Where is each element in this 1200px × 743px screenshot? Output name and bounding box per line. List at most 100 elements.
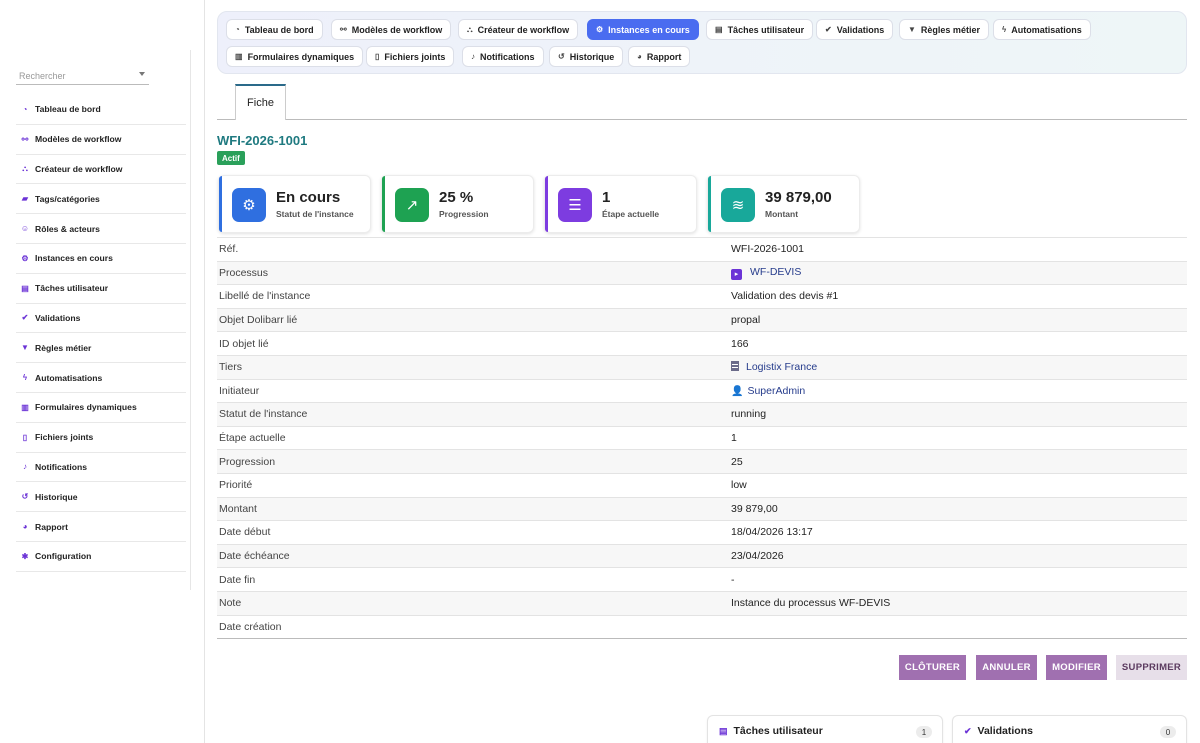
- status-badge: Actif: [217, 151, 245, 165]
- tab-fiche[interactable]: Fiche: [235, 84, 286, 120]
- kpi-value: 1: [602, 189, 611, 206]
- table-row: Tiers Logistix France: [217, 355, 1187, 380]
- sidebar-item-rapport[interactable]: ◕ Rapport: [16, 512, 186, 542]
- file-icon: ▯: [375, 52, 380, 61]
- sidebar-item-regles[interactable]: ▼ Règles métier: [16, 333, 186, 364]
- nav-pill-label: Règles métier: [920, 24, 980, 35]
- table-row: Processus ▸ WF-DEVIS: [217, 261, 1187, 285]
- nav-pill-createur-workflow[interactable]: ⛬ Créateur de workflow: [458, 19, 579, 40]
- pie-chart-icon: ◕: [637, 52, 642, 61]
- nav-pill-historique[interactable]: ↺ Historique: [549, 46, 624, 67]
- nav-pill-label: Créateur de workflow: [477, 24, 570, 35]
- table-row: Libellé de l'instance Validation des devi…: [217, 284, 1187, 309]
- chevron-down-icon[interactable]: [139, 72, 145, 76]
- field-value: 23/04/2026: [731, 550, 784, 563]
- sidebar-item-notifications[interactable]: ♪ Notifications: [16, 453, 186, 483]
- widget-validations[interactable]: ✔ Validations 0: [952, 715, 1187, 743]
- field-value: 18/04/2026 13:17: [731, 526, 813, 539]
- widget-title-text: Validations: [977, 725, 1033, 737]
- kpi-value: 39 879,00: [765, 189, 832, 206]
- table-row: ID objet lié 166: [217, 331, 1187, 356]
- cloturer-button[interactable]: CLÔTURER: [899, 655, 966, 680]
- annuler-button[interactable]: ANNULER: [976, 655, 1037, 680]
- bell-icon: ♪: [471, 52, 475, 61]
- field-value: propal: [731, 314, 761, 327]
- table-row: Montant 39 879,00: [217, 497, 1187, 521]
- nav-pill-modeles-workflow[interactable]: ⚯ Modèles de workflow: [331, 19, 452, 40]
- tab-underline: [217, 119, 1187, 120]
- user-icon: 👤: [731, 385, 744, 397]
- form-icon: ▥: [21, 402, 29, 412]
- sidebar-item-formulaires[interactable]: ▥ Formulaires dynamiques: [16, 393, 186, 423]
- field-label: Priorité: [219, 479, 253, 492]
- sidebar-item-label: Tags/catégories: [35, 193, 100, 204]
- sidebar-item-label: Tableau de bord: [35, 104, 101, 115]
- field-value: low: [731, 479, 747, 492]
- widget-title-text: Tâches utilisateur: [733, 725, 823, 737]
- nav-pill-label: Tâches utilisateur: [727, 24, 805, 35]
- nav-pill-notifications[interactable]: ♪ Notifications: [462, 46, 544, 67]
- sidebar-item-fichiers[interactable]: ▯ Fichiers joints: [16, 423, 186, 453]
- table-row: Initiateur 👤 SuperAdmin: [217, 379, 1187, 403]
- nav-pill-rapport[interactable]: ◕ Rapport: [628, 46, 691, 67]
- sidebar-item-historique[interactable]: ↺ Historique: [16, 482, 186, 513]
- sidebar-divider: [190, 50, 191, 590]
- sidebar-item-automatisations[interactable]: ϟ Automatisations: [16, 363, 186, 393]
- table-row: Date fin -: [217, 567, 1187, 592]
- sidebar-item-label: Créateur de workflow: [35, 163, 123, 174]
- nav-pill-automatisations[interactable]: ϟ Automatisations: [993, 19, 1091, 40]
- kpi-value: 25 %: [439, 189, 474, 206]
- pie-chart-icon: ◕: [22, 522, 28, 532]
- sitemap-icon: ⛬: [22, 163, 28, 173]
- clipboard-icon: ▤: [21, 283, 29, 293]
- sidebar-item-configuration[interactable]: ✱ Configuration: [16, 542, 186, 572]
- supprimer-button[interactable]: SUPPRIMER: [1116, 655, 1187, 680]
- filter-icon: ▼: [908, 25, 916, 34]
- kpi-label: Progression: [439, 209, 489, 219]
- count-badge: 1: [916, 726, 932, 738]
- nav-pill-label: Fichiers joints: [384, 51, 446, 62]
- sidebar-item-tableau-de-bord[interactable]: ◔ Tableau de bord: [16, 95, 186, 125]
- nav-pill-regles[interactable]: ▼ Règles métier: [899, 19, 989, 40]
- sidebar-item-taches[interactable]: ▤ Tâches utilisateur: [16, 274, 186, 304]
- field-label: Date échéance: [219, 550, 290, 563]
- nav-pill-fichiers[interactable]: ▯ Fichiers joints: [366, 46, 455, 67]
- sidebar-item-tags[interactable]: ▰ Tags/catégories: [16, 184, 186, 215]
- table-row: Réf. WFI-2026-1001: [217, 237, 1187, 262]
- sidebar-item-label: Validations: [35, 312, 81, 323]
- sidebar-item-roles[interactable]: ☺ Rôles & acteurs: [16, 214, 186, 244]
- process-link[interactable]: WF-DEVIS: [750, 266, 801, 278]
- nav-pill-formulaires[interactable]: ▥ Formulaires dynamiques: [226, 46, 364, 67]
- chart-line-icon: ↗: [395, 188, 429, 222]
- sidebar-item-modeles-workflow[interactable]: ⚯ Modèles de workflow: [16, 125, 186, 155]
- nav-pill-tableau-de-bord[interactable]: ◔ Tableau de bord: [226, 19, 323, 40]
- tiers-link[interactable]: Logistix France: [746, 361, 817, 373]
- field-label: Montant: [219, 502, 257, 515]
- field-value: 25: [731, 455, 743, 468]
- check-circle-icon: ✔: [964, 725, 972, 736]
- nav-pill-instances-active[interactable]: ⚙ Instances en cours: [587, 19, 699, 40]
- nav-pill-taches[interactable]: ▤ Tâches utilisateur: [706, 19, 814, 40]
- amount-value: 39 879,00: [731, 502, 778, 515]
- field-label: Objet Dolibarr lié: [219, 314, 298, 327]
- widget-taches[interactable]: ▤ Tâches utilisateur 1: [707, 715, 943, 743]
- nav-pill-validations[interactable]: ✔ Validations: [816, 19, 894, 40]
- initiator-link[interactable]: SuperAdmin: [747, 385, 805, 397]
- table-row: Statut de l'instance running: [217, 402, 1187, 427]
- left-sidebar: Rechercher ◔ Tableau de bord ⚯ Modèles de …: [0, 0, 205, 743]
- field-label: Tiers: [219, 361, 242, 374]
- sidebar-item-label: Modèles de workflow: [35, 134, 122, 145]
- count-badge: 0: [1160, 726, 1176, 738]
- modifier-button[interactable]: MODIFIER: [1046, 655, 1107, 680]
- field-value: 166: [731, 337, 749, 350]
- nav-pill-label: Historique: [569, 51, 615, 62]
- sidebar-item-createur-workflow[interactable]: ⛬ Créateur de workflow: [16, 155, 186, 185]
- search-select[interactable]: Rechercher: [16, 66, 149, 85]
- sidebar-item-instances[interactable]: ⚙ Instances en cours: [16, 244, 186, 274]
- bolt-icon: ϟ: [1002, 25, 1007, 34]
- clipboard-icon: ▤: [719, 725, 728, 736]
- sidebar-item-validations[interactable]: ✔ Validations: [16, 304, 186, 334]
- check-circle-icon: ✔: [825, 25, 832, 34]
- field-label: Étape actuelle: [219, 432, 286, 445]
- folder-icon: ▰: [21, 194, 29, 204]
